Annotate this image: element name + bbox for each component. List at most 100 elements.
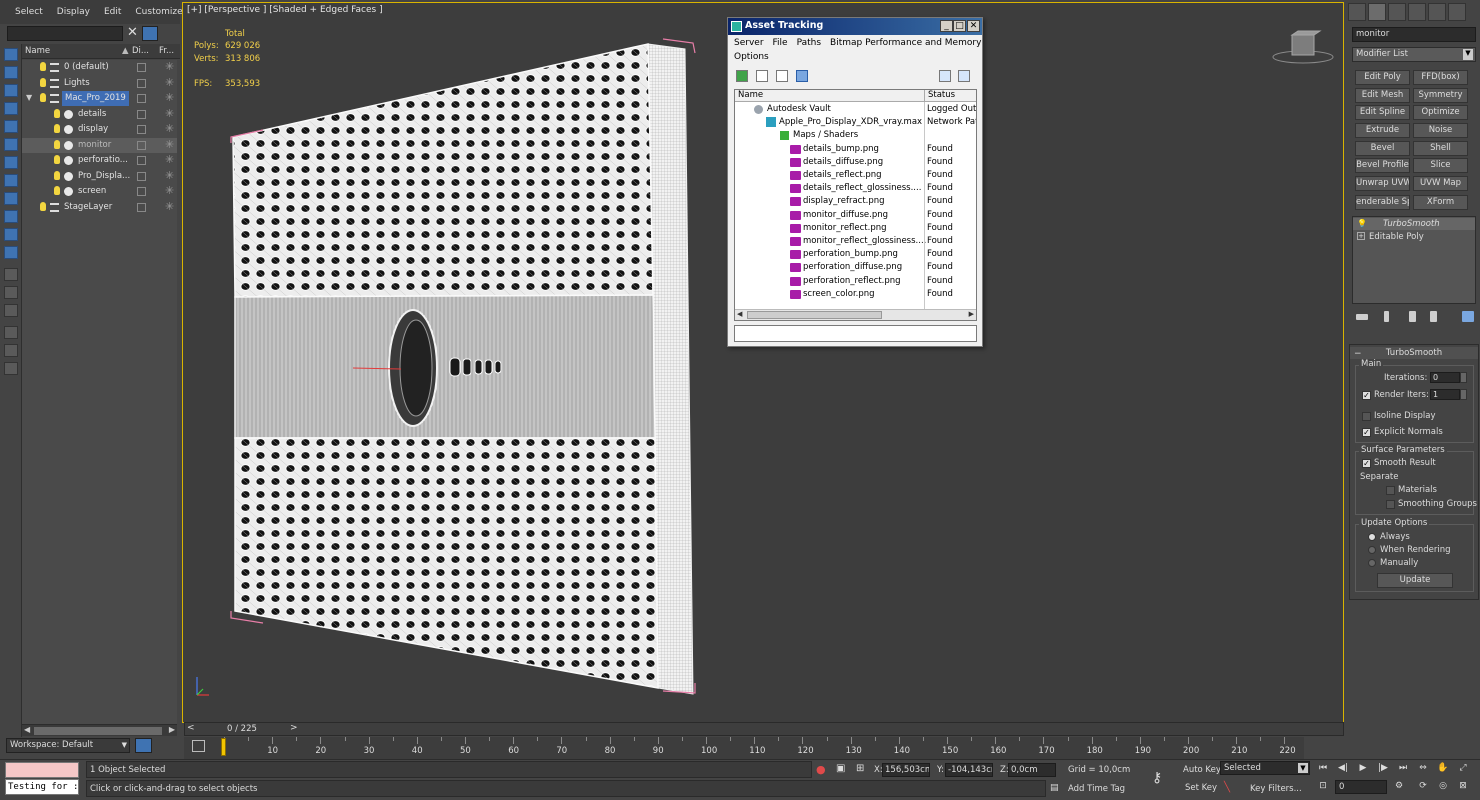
modifier-button-optimize[interactable]: Optimize [1413, 105, 1468, 120]
maxscript-listener-output[interactable] [5, 762, 79, 778]
update-always-radio[interactable] [1368, 533, 1376, 541]
modifier-button-xform[interactable]: XForm [1413, 195, 1468, 210]
rollout-title[interactable]: − TurboSmooth [1350, 347, 1478, 359]
modifier-button-noise[interactable]: Noise [1413, 123, 1468, 138]
asset-row[interactable]: Maps / Shaders [735, 129, 976, 142]
y-coordinate-field[interactable]: -104,143cm [945, 763, 993, 777]
update-button[interactable]: Update [1377, 573, 1453, 588]
menu-file[interactable]: File [773, 38, 788, 48]
modifier-button-bevel[interactable]: Bevel [1355, 141, 1410, 156]
display-bones-icon[interactable] [4, 210, 18, 223]
viewcube[interactable] [1271, 27, 1335, 67]
key-mode-icon[interactable]: ⊡ [1316, 781, 1330, 793]
display-invert-icon[interactable] [4, 286, 18, 299]
modifier-button-edit-spline[interactable]: Edit Spline [1355, 105, 1410, 120]
snowflake-icon[interactable]: ✳ [165, 153, 174, 166]
cube-icon[interactable] [137, 202, 146, 212]
maxscript-mini-listener[interactable]: Testing for : [5, 779, 79, 795]
asset-row[interactable]: display_refract.png Found [735, 195, 976, 208]
explorer-menu-select[interactable]: Select [15, 7, 43, 17]
update-when-rendering-radio[interactable] [1368, 546, 1376, 554]
current-frame-field[interactable]: 0 [1335, 780, 1387, 794]
asset-row[interactable]: perforation_reflect.png Found [735, 275, 976, 288]
key-filters-button[interactable]: Key Filters... [1250, 784, 1302, 794]
snowflake-icon[interactable]: ✳ [165, 184, 174, 197]
expand-arrow-icon[interactable]: ▼ [26, 93, 32, 102]
monitor-wireframe-model[interactable] [223, 33, 783, 733]
display-all-icon[interactable] [4, 268, 18, 281]
object-name-field[interactable]: monitor [1352, 27, 1476, 42]
explorer-menu-edit[interactable]: Edit [104, 7, 121, 17]
play-icon[interactable]: ▶ [1356, 763, 1370, 775]
help-icon[interactable] [939, 70, 951, 82]
menu-options[interactable]: Options [734, 52, 769, 62]
prev-frame-icon[interactable]: < [187, 723, 195, 733]
auto-key-button[interactable]: Auto Key [1183, 765, 1221, 775]
scroll-right-icon[interactable]: ▶ [969, 310, 974, 318]
display-geometry-icon[interactable] [4, 66, 18, 79]
scrollbar-thumb[interactable] [34, 727, 162, 735]
key-mode-icon[interactable]: ╲ [1224, 782, 1230, 793]
display-tab-icon[interactable] [1428, 3, 1446, 21]
pan-icon[interactable]: ✋ [1436, 763, 1450, 775]
next-key-icon[interactable]: |▶ [1376, 763, 1390, 775]
layer-add-icon[interactable] [4, 344, 18, 357]
snowflake-icon[interactable]: ✳ [165, 76, 174, 89]
tree-row[interactable]: StageLayer ✳ [22, 200, 177, 216]
modifier-button-edit-mesh[interactable]: Edit Mesh [1355, 88, 1410, 103]
modifier-button-uvw-map[interactable]: UVW Map [1413, 176, 1468, 191]
modifier-button-renderable-spline[interactable]: enderable Splin [1355, 195, 1410, 210]
column-name[interactable]: Name [735, 90, 925, 102]
thumbnail-view-icon[interactable] [776, 70, 788, 82]
explorer-menu-customize[interactable]: Customize [135, 7, 182, 17]
time-tag-icon[interactable]: ▤ [1050, 783, 1059, 793]
layers-icon[interactable] [135, 738, 152, 753]
funnel-icon[interactable] [4, 326, 18, 339]
list-view-icon[interactable] [756, 70, 768, 82]
asset-row[interactable]: monitor_diffuse.png Found [735, 209, 976, 222]
display-helpers-icon[interactable] [4, 138, 18, 151]
lightbulb-icon[interactable] [54, 170, 60, 180]
asset-path-field[interactable] [734, 325, 977, 342]
x-coordinate-field[interactable]: 156,503cm [882, 763, 930, 777]
update-manually-radio[interactable] [1368, 559, 1376, 567]
display-shapes-icon[interactable] [4, 84, 18, 97]
display-containers-icon[interactable] [4, 228, 18, 241]
close-icon[interactable]: ✕ [127, 25, 138, 40]
scroll-right-icon[interactable]: ▶ [169, 725, 175, 734]
display-none-icon[interactable] [4, 48, 18, 61]
asset-list-scrollbar[interactable]: ◀ ▶ [735, 309, 976, 320]
tree-row[interactable]: 0 (default) ✳ [22, 60, 177, 76]
expand-plus-icon[interactable]: + [1357, 232, 1365, 240]
layer-toggle-icon[interactable] [4, 362, 18, 375]
smoothing-groups-checkbox[interactable] [1386, 500, 1395, 509]
column-display[interactable]: Di... [132, 46, 149, 56]
stack-item-turbosmooth[interactable]: 💡 TurboSmooth [1353, 218, 1475, 230]
goto-end-icon[interactable]: ⏭ [1396, 763, 1410, 775]
hierarchy-tab-icon[interactable] [1388, 3, 1406, 21]
display-spacewarps-icon[interactable] [4, 156, 18, 169]
snowflake-icon[interactable]: ✳ [165, 91, 174, 104]
viewport-label[interactable]: [+] [Perspective ] [Shaded + Edged Faces… [187, 5, 383, 15]
lightbulb-icon[interactable] [54, 108, 60, 118]
isolate-selection-icon[interactable]: ● [816, 763, 826, 776]
materials-checkbox[interactable] [1386, 486, 1395, 495]
tree-row[interactable]: Pro_Displa... ✳ [22, 169, 177, 185]
menu-paths[interactable]: Paths [797, 38, 821, 48]
asset-row[interactable]: monitor_reflect.png Found [735, 222, 976, 235]
menu-server[interactable]: Server [734, 38, 764, 48]
render-iters-spinner[interactable]: 1 [1430, 389, 1460, 400]
asset-row[interactable]: monitor_reflect_glossiness.... Found [735, 235, 976, 248]
motion-tab-icon[interactable] [1408, 3, 1426, 21]
render-iters-checkbox[interactable]: ✓ [1362, 391, 1371, 400]
cube-icon[interactable] [137, 187, 146, 196]
refresh-icon[interactable] [736, 70, 748, 82]
lightbulb-icon[interactable] [54, 155, 60, 164]
track-bar[interactable]: 10 20 30 40 50 60 70 80 90 100 110 120 130 140 150 160 1… [184, 737, 1304, 759]
curve-editor-icon[interactable] [192, 740, 205, 752]
snowflake-icon[interactable]: ✳ [165, 60, 174, 73]
set-key-button[interactable]: Set Key [1185, 783, 1217, 793]
key-mode-toggle-icon[interactable]: ⇔ [1416, 763, 1430, 775]
column-freeze[interactable]: Fr... [159, 46, 174, 56]
snowflake-icon[interactable]: ✳ [165, 122, 174, 135]
